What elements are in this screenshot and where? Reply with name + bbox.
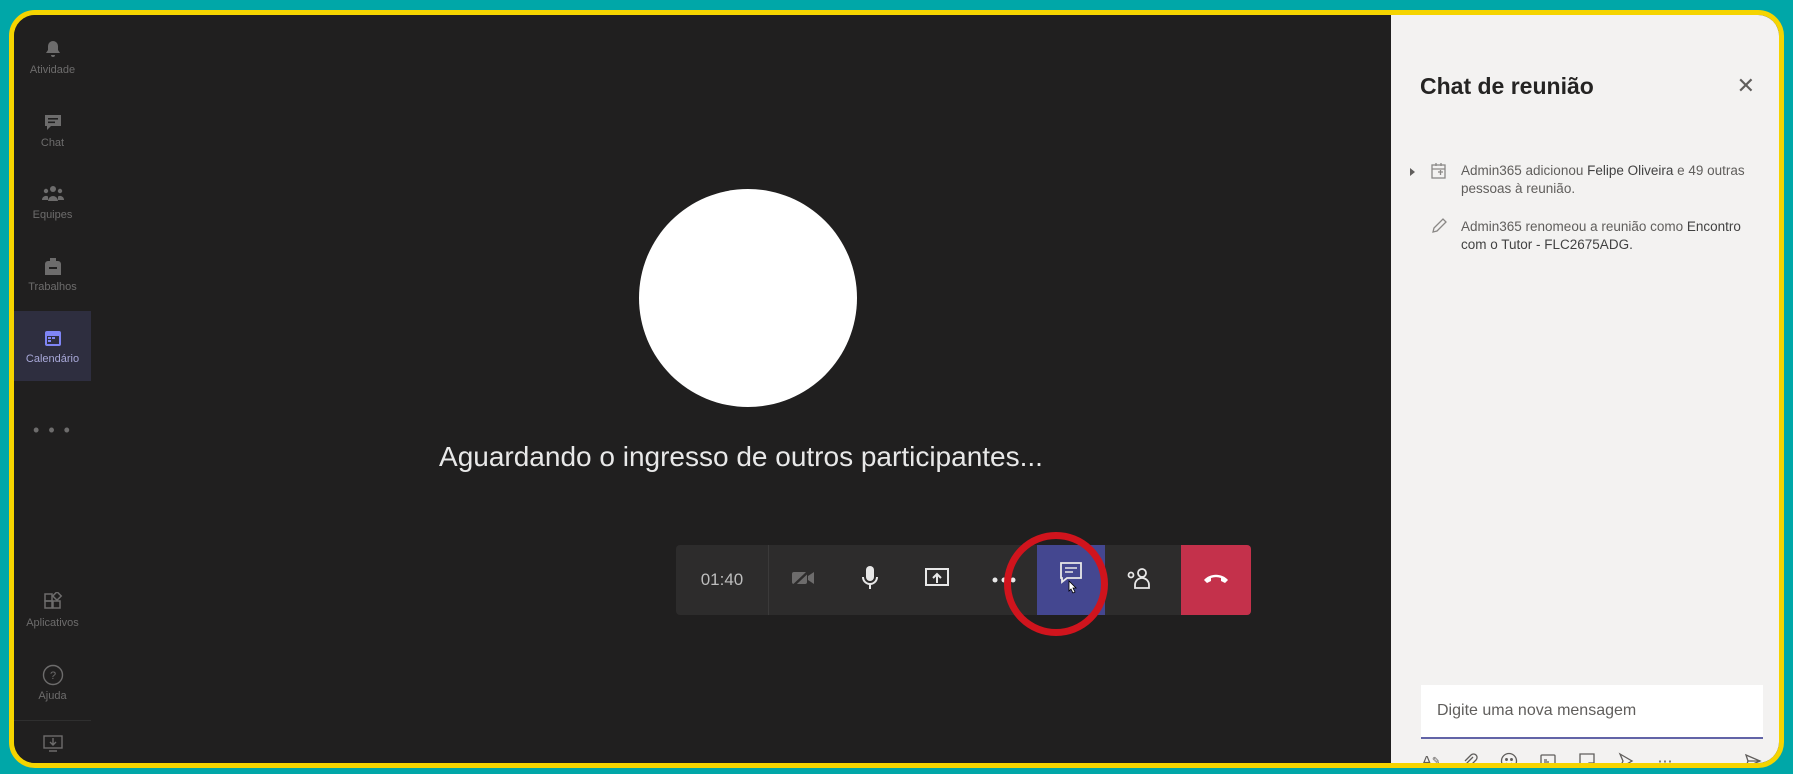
rail-label: Atividade [29, 64, 76, 76]
rail-item-chat[interactable]: Chat [14, 95, 91, 165]
camera-off-icon [790, 568, 816, 593]
rail-item-assignments[interactable]: Trabalhos [14, 239, 91, 309]
rail-item-teams[interactable]: Equipes [14, 167, 91, 237]
send-icon[interactable] [1743, 751, 1763, 763]
hang-up-icon [1202, 571, 1230, 590]
waiting-message: Aguardando o ingresso de outros particip… [439, 441, 1043, 472]
more-apps-icon[interactable]: • • • [14, 420, 91, 441]
teams-icon [41, 183, 64, 205]
rail-label: Equipes [32, 209, 73, 221]
rail-label: Trabalhos [28, 281, 77, 293]
microphone-button[interactable] [836, 545, 903, 615]
message-input[interactable] [1435, 701, 1763, 721]
meeting-stage: Aguardando o ingresso de outros particip… [91, 15, 1391, 763]
bell-icon [42, 38, 64, 60]
rail-divider [14, 720, 91, 721]
meeting-chat-panel: Chat de reunião ✕ Admin365 adicionou Fel… [1391, 15, 1779, 763]
hang-up-button[interactable] [1181, 545, 1251, 615]
rail-label: Aplicativos [26, 617, 79, 629]
format-icon[interactable]: A ✎ [1421, 751, 1441, 764]
schedule-meeting-icon[interactable] [1616, 751, 1636, 763]
rail-label: Calendário [25, 353, 80, 365]
svg-text:?: ? [49, 670, 55, 682]
panel-title: Chat de reunião [1420, 73, 1594, 99]
rail-item-download[interactable] [14, 723, 91, 763]
call-timer: 01:40 [676, 545, 769, 615]
pencil-icon [1429, 216, 1449, 236]
rail-label: Chat [40, 137, 65, 149]
rail-item-calendar[interactable]: Calendário [14, 311, 91, 381]
emoji-icon[interactable] [1499, 751, 1519, 763]
sticker-icon[interactable] [1577, 751, 1597, 763]
participants-button[interactable] [1105, 545, 1172, 615]
backpack-icon [42, 255, 64, 277]
calendar-add-icon [1429, 161, 1449, 181]
camera-toggle-button[interactable] [769, 545, 836, 615]
system-message: Admin365 renomeou a reunião como Encontr… [1461, 219, 1741, 252]
gif-icon[interactable] [1538, 751, 1558, 763]
more-options-icon[interactable]: ⋯ [1655, 751, 1675, 763]
rail-item-apps[interactable]: Aplicativos [14, 575, 91, 645]
participants-icon [1126, 566, 1152, 595]
microphone-icon [861, 565, 879, 596]
apps-icon [42, 591, 64, 613]
expand-caret-icon[interactable] [1410, 168, 1415, 176]
close-icon[interactable]: ✕ [1737, 73, 1755, 99]
app-window: Atividade Chat Equipes Trabalhos Calendá… [9, 10, 1784, 768]
rail-item-help[interactable]: ? Ajuda [14, 648, 91, 718]
download-app-icon [42, 732, 64, 754]
highlight-circle [1004, 532, 1108, 636]
help-icon: ? [42, 664, 64, 686]
share-screen-button[interactable] [903, 545, 970, 615]
rail-item-activity[interactable]: Atividade [14, 22, 91, 92]
attach-icon[interactable] [1460, 751, 1480, 763]
share-screen-icon [924, 567, 950, 594]
compose-toolbar: A ✎ ⋯ [1421, 750, 1763, 764]
system-message: Admin365 adicionou Felipe Oliveira e 49 … [1461, 163, 1745, 196]
left-rail: Atividade Chat Equipes Trabalhos Calendá… [14, 15, 91, 763]
calendar-icon [42, 327, 64, 349]
chat-icon [42, 111, 64, 133]
call-toolbar: 01:40 [676, 545, 1251, 615]
avatar [639, 189, 857, 407]
rail-label: Ajuda [38, 690, 67, 702]
compose-box [1421, 685, 1763, 739]
